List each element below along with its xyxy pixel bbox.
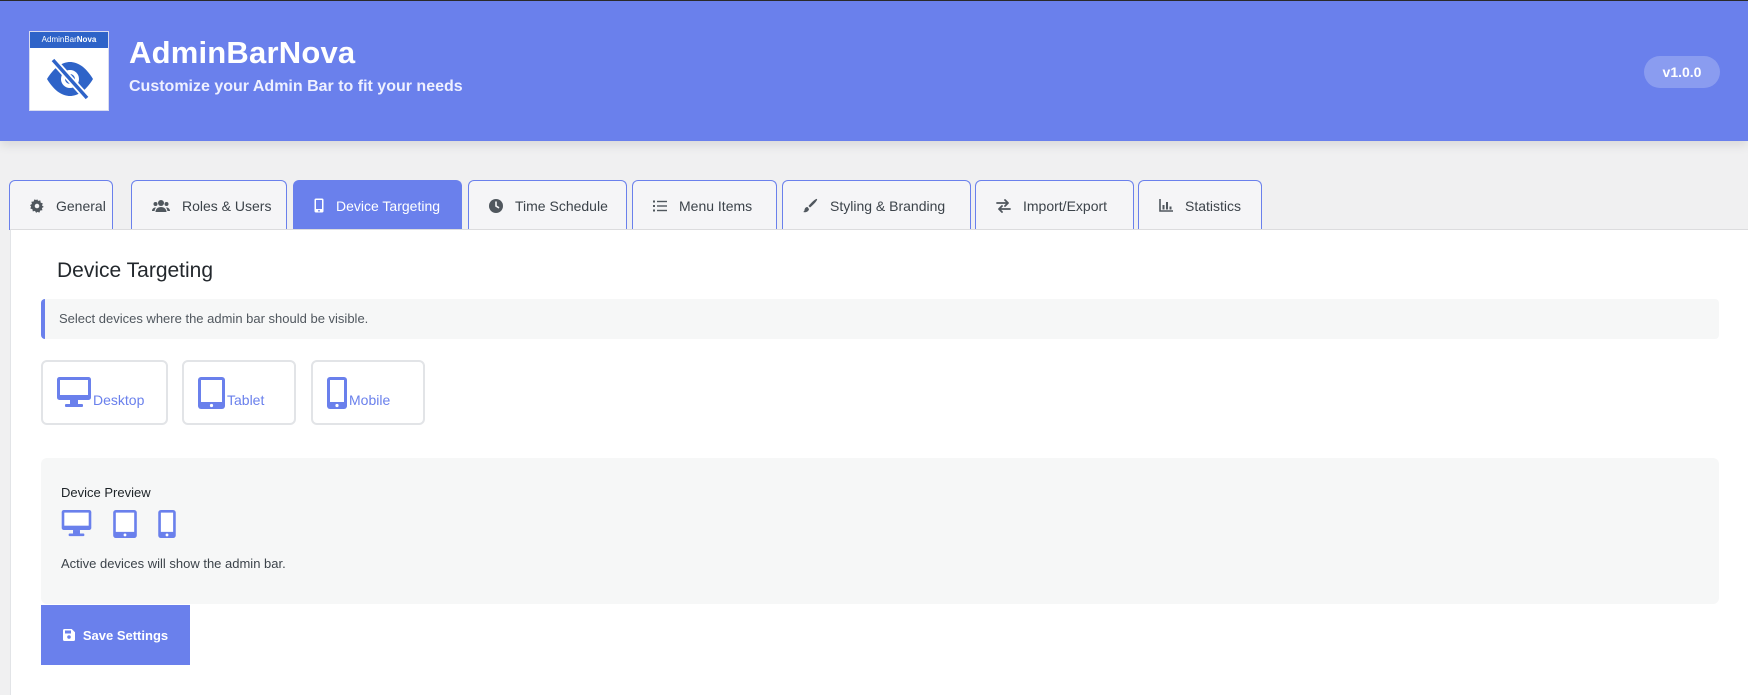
tab-general[interactable]: General bbox=[9, 180, 113, 230]
tab-label: Menu Items bbox=[679, 197, 753, 214]
tablet-icon bbox=[113, 510, 137, 543]
app-header: AdminBarNova AdminBarNova Customize your… bbox=[0, 0, 1748, 141]
device-toggle-mobile[interactable]: Mobile bbox=[311, 360, 425, 425]
eye-slash-icon bbox=[47, 57, 93, 101]
tab-time-schedule[interactable]: Time Schedule bbox=[468, 180, 627, 230]
paintbrush-icon bbox=[803, 198, 818, 213]
tab-label: Statistics bbox=[1185, 197, 1242, 214]
tab-device-targeting[interactable]: Device Targeting bbox=[293, 180, 462, 230]
tab-import-export[interactable]: Import/Export bbox=[975, 180, 1134, 230]
tab-roles-users[interactable]: Roles & Users bbox=[131, 180, 287, 230]
app-title: AdminBarNova bbox=[129, 35, 356, 70]
tab-label: Device Targeting bbox=[336, 197, 441, 214]
chart-icon bbox=[1159, 199, 1173, 212]
tab-label: Import/Export bbox=[1023, 197, 1108, 214]
desktop-icon bbox=[61, 510, 92, 542]
tab-label: Roles & Users bbox=[182, 197, 272, 214]
tab-label: General bbox=[56, 197, 106, 214]
version-badge: v1.0.0 bbox=[1644, 56, 1720, 88]
logo-text-bold: Nova bbox=[76, 35, 97, 44]
section-title: Device Targeting bbox=[57, 259, 214, 282]
mobile-icon bbox=[327, 376, 347, 409]
mobile-icon bbox=[314, 198, 324, 213]
preview-title: Device Preview bbox=[61, 485, 151, 500]
settings-panel: Device Targeting Select devices where th… bbox=[10, 229, 1748, 695]
users-icon bbox=[152, 199, 170, 212]
device-toggle-tablet[interactable]: Tablet bbox=[182, 360, 296, 425]
device-toggle-desktop[interactable]: Desktop bbox=[41, 360, 168, 425]
device-preview: Device Preview Active devices will show … bbox=[41, 458, 1719, 604]
tab-label: Time Schedule bbox=[515, 197, 608, 214]
exchange-icon bbox=[996, 198, 1011, 213]
device-label: Mobile bbox=[349, 391, 391, 408]
desktop-icon bbox=[57, 377, 91, 407]
app-logo: AdminBarNova bbox=[29, 31, 109, 111]
tablet-icon bbox=[198, 376, 225, 409]
app-subtitle: Customize your Admin Bar to fit your nee… bbox=[129, 78, 463, 95]
clock-icon bbox=[489, 198, 503, 213]
tab-label: Styling & Branding bbox=[830, 197, 946, 214]
info-notice: Select devices where the admin bar shoul… bbox=[41, 299, 1719, 339]
gear-icon bbox=[30, 198, 44, 213]
list-icon bbox=[653, 200, 667, 211]
logo-text-regular: AdminBar bbox=[41, 35, 77, 44]
mobile-icon bbox=[158, 510, 176, 543]
save-icon bbox=[62, 629, 75, 641]
device-label: Desktop bbox=[93, 391, 145, 408]
tab-menu-items[interactable]: Menu Items bbox=[632, 180, 777, 230]
tab-statistics[interactable]: Statistics bbox=[1138, 180, 1262, 230]
preview-note: Active devices will show the admin bar. bbox=[61, 556, 286, 571]
tab-styling-branding[interactable]: Styling & Branding bbox=[782, 180, 971, 230]
save-button-label: Save Settings bbox=[82, 627, 169, 643]
logo-strip: AdminBarNova bbox=[30, 32, 108, 48]
save-settings-button[interactable]: Save Settings bbox=[41, 605, 190, 665]
device-label: Tablet bbox=[227, 391, 265, 408]
